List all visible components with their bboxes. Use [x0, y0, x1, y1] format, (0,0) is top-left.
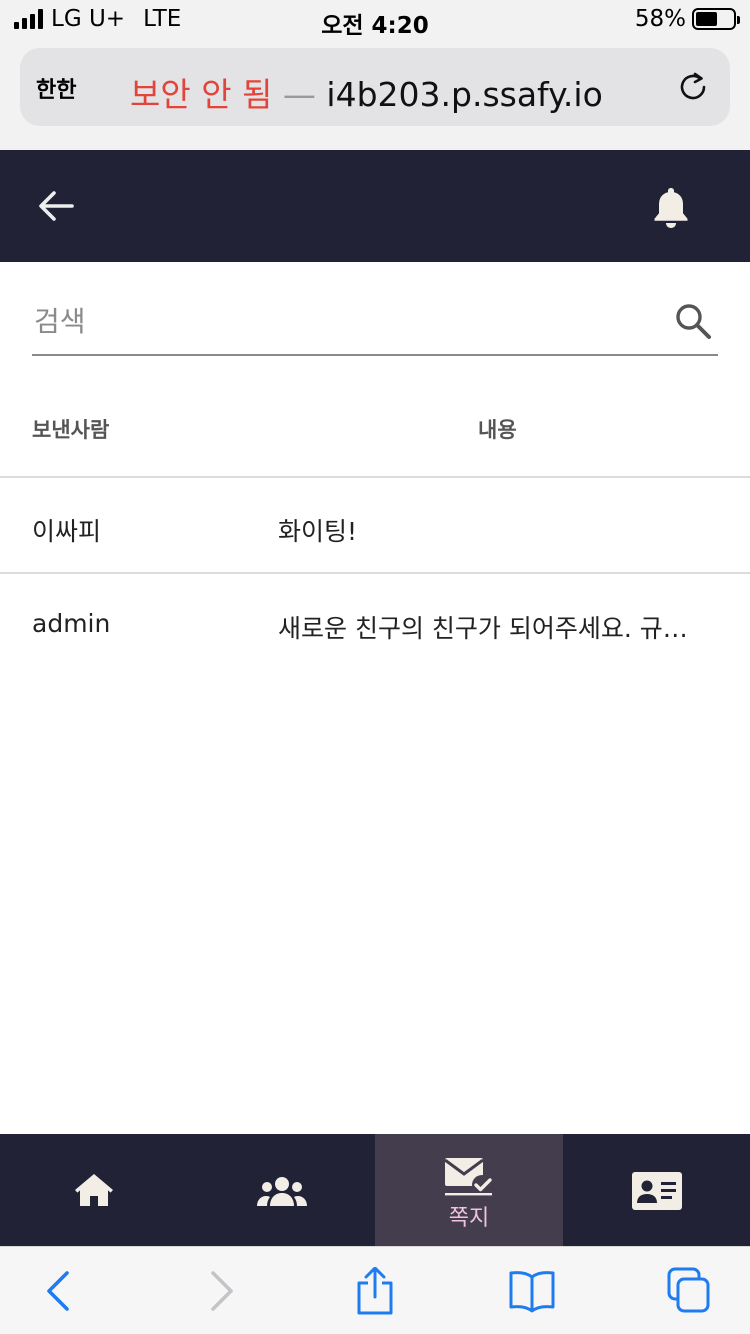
- home-icon: [75, 1174, 113, 1206]
- bottom-nav: 쪽지: [0, 1134, 750, 1246]
- status-right: 58%: [634, 6, 740, 32]
- table-row[interactable]: 이싸피 화이팅!: [0, 478, 750, 574]
- security-warning: 보안 안 됨: [130, 75, 273, 114]
- reload-icon[interactable]: [676, 70, 710, 104]
- row-content: 새로운 친구의 친구가 되어주세요. 규…: [278, 614, 688, 643]
- bookmarks-icon[interactable]: [507, 1267, 557, 1315]
- browser-back-icon[interactable]: [36, 1267, 86, 1315]
- row-content: 화이팅!: [278, 517, 358, 546]
- search-icon[interactable]: [674, 302, 712, 340]
- reader-aa-button[interactable]: 한한: [36, 72, 76, 104]
- battery-percent: 58%: [634, 6, 686, 32]
- table-header: 보낸사람 내용: [0, 384, 750, 478]
- table-row[interactable]: admin 새로운 친구의 친구가 되어주세요. 규…: [0, 575, 750, 671]
- row-sender: 이싸피: [32, 517, 102, 546]
- battery-icon: [692, 8, 740, 30]
- browser-address-area: 한한 보안 안 됨 — i4b203.p.ssafy.io: [0, 40, 750, 150]
- mail-check-icon: [444, 1158, 492, 1196]
- search-bar: [32, 290, 718, 356]
- search-input[interactable]: [32, 296, 652, 346]
- column-header-sender: 보낸사람: [32, 418, 110, 442]
- browser-toolbar: [0, 1246, 750, 1334]
- nav-label-messages: 쪽지: [448, 1206, 490, 1231]
- url-domain: i4b203.p.ssafy.io: [326, 75, 603, 114]
- app-header: [0, 150, 750, 262]
- address-bar[interactable]: 한한 보안 안 됨 — i4b203.p.ssafy.io: [20, 48, 730, 126]
- address-text[interactable]: 보안 안 됨 — i4b203.p.ssafy.io: [130, 68, 603, 116]
- arrow-left-icon[interactable]: [36, 188, 76, 224]
- browser-forward-icon[interactable]: [194, 1267, 244, 1315]
- users-icon: [257, 1177, 307, 1206]
- tabs-icon[interactable]: [664, 1267, 714, 1315]
- nav-friends[interactable]: [188, 1134, 376, 1246]
- nav-home[interactable]: [0, 1134, 188, 1246]
- share-icon[interactable]: [350, 1267, 400, 1315]
- row-sender: admin: [32, 609, 111, 638]
- bell-icon[interactable]: [650, 184, 692, 230]
- id-card-icon: [632, 1172, 682, 1210]
- column-header-content: 내용: [478, 418, 517, 442]
- url-separator: —: [282, 75, 316, 114]
- battery-fill: [696, 12, 717, 26]
- nav-messages[interactable]: 쪽지: [375, 1134, 563, 1246]
- nav-profile[interactable]: [563, 1134, 750, 1246]
- status-bar: LG U+ LTE 오전 4:20 58%: [0, 0, 750, 40]
